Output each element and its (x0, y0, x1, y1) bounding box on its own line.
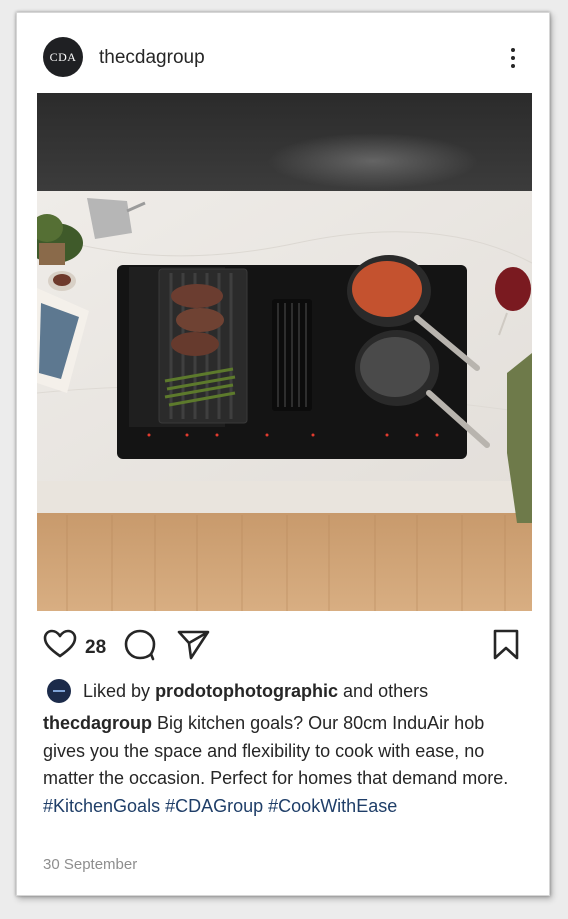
hashtag-link[interactable]: #KitchenGoals (43, 796, 160, 816)
bookmark-icon[interactable] (492, 629, 520, 666)
kitchen-hob-photo (37, 93, 532, 611)
liked-by-suffix[interactable]: and others (343, 681, 428, 701)
like-count[interactable]: 28 (85, 637, 106, 659)
profile-avatar[interactable]: CDA (43, 37, 83, 77)
more-options-icon[interactable] (503, 43, 523, 73)
avatar-logo-text: CDA (49, 49, 77, 64)
post-caption: thecdagroup Big kitchen goals? Our 80cm … (43, 710, 523, 820)
hashtag-link[interactable]: #CookWithEase (268, 796, 397, 816)
caption-username[interactable]: thecdagroup (43, 713, 152, 733)
send-icon[interactable] (177, 629, 211, 666)
instagram-post-card: CDA thecdagroup 28 Liked by prodotophoto… (16, 12, 550, 896)
post-header: CDA thecdagroup (17, 13, 549, 93)
liked-by-row: Liked by prodotophotographic and others (47, 678, 428, 704)
heart-icon[interactable] (43, 629, 77, 664)
liked-by-user[interactable]: prodotophotographic (155, 681, 338, 701)
hashtag-link[interactable]: #CDAGroup (165, 796, 263, 816)
liked-by-prefix: Liked by (83, 680, 151, 701)
post-actions: 28 (17, 623, 549, 663)
liker-avatar[interactable] (47, 679, 71, 703)
post-date: 30 September (43, 856, 138, 873)
post-username[interactable]: thecdagroup (99, 47, 205, 69)
liked-by-text: Liked by prodotophotographic and others (83, 681, 428, 702)
post-image[interactable] (37, 93, 532, 611)
comment-icon[interactable] (123, 629, 157, 666)
